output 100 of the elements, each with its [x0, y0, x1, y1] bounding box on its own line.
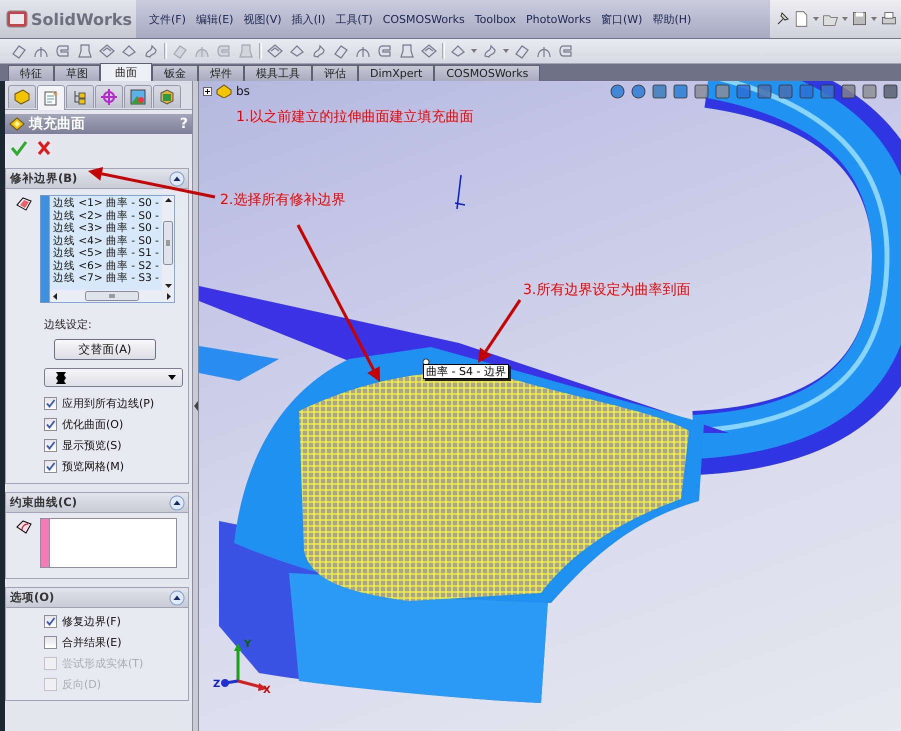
checkbox[interactable]: [44, 439, 57, 452]
pointer-arrow: [478, 299, 522, 363]
scroll-left-icon[interactable]: [53, 292, 57, 300]
command-tab[interactable]: 模具工具: [244, 65, 312, 81]
axis-label: X: [263, 685, 271, 696]
section-title: 选项(O): [10, 590, 54, 605]
section-title: 约束曲线(C): [10, 495, 77, 510]
list-item[interactable]: 边线 <5> 曲率 - S1 -: [53, 247, 162, 260]
new-document-icon[interactable]: [793, 10, 810, 28]
checkbox[interactable]: [44, 615, 57, 628]
checkbox-label: 尝试形成实体(T): [62, 656, 144, 671]
checkbox-label: 反向(D): [62, 677, 102, 692]
annotation-text: 1.以之前建立的拉伸曲面建立填充曲面: [236, 108, 474, 126]
picture-icon: [129, 88, 147, 106]
list-item[interactable]: 边线 <3> 曲率 - S0 -: [53, 222, 162, 234]
menu-item[interactable]: 编辑(E): [190, 12, 238, 26]
menu-item[interactable]: 工具(T): [330, 12, 378, 26]
surface-tool-icon[interactable]: [98, 42, 116, 60]
checkbox[interactable]: [44, 636, 57, 649]
contact-type-icon: [55, 370, 67, 384]
panel-tab[interactable]: [153, 85, 181, 108]
list-item[interactable]: 边线 <4> 曲率 - S0 -: [53, 234, 162, 247]
alternate-face-button[interactable]: 交替面(A): [54, 339, 156, 360]
checkbox[interactable]: [44, 418, 57, 431]
curve-list[interactable]: [49, 518, 177, 568]
annotation-text: 2.选择所有修补边界: [220, 191, 346, 209]
scroll-thumb-icon[interactable]: [85, 291, 139, 301]
scroll-down-icon[interactable]: [164, 284, 172, 288]
edge-list[interactable]: 边线 <1> 曲率 - S0 - 边线 <2> 曲率 - S0 - 边线 <3> 曲率 - S0 - 边线 <4> 曲率 - S0 - 边线 <5> 曲率 - S1 - 边线 <6> 曲率 - S2 - 边线 <7> 曲率 - S3 -: [49, 195, 175, 303]
collapse-arrow-icon[interactable]: [194, 401, 198, 411]
menu-item[interactable]: 视图(V): [238, 12, 287, 26]
save-icon[interactable]: [851, 10, 868, 28]
command-tab[interactable]: COSMOSWorks: [434, 65, 540, 81]
curve-selection-icon: [14, 518, 34, 536]
selection-indicator: [40, 518, 49, 568]
panel-tab[interactable]: [37, 85, 65, 110]
dropdown-caret-icon[interactable]: [471, 49, 477, 53]
checkbox-label: 修复边界(F): [62, 614, 121, 629]
cancel-x-icon[interactable]: [37, 140, 51, 156]
menu-item[interactable]: PhotoWorks: [521, 12, 596, 26]
dropdown-caret-icon[interactable]: [842, 17, 848, 21]
command-tab[interactable]: 曲面: [100, 63, 152, 81]
axis-label: Z: [213, 679, 220, 690]
menu-item[interactable]: 文件(F): [144, 12, 191, 26]
checkbox-label: 预览网格(M): [62, 459, 124, 474]
app-logo: SolidWorks: [31, 10, 132, 28]
panel-title: 填充曲面: [29, 115, 85, 133]
list-item[interactable]: 边线 <2> 曲率 - S0 -: [53, 210, 162, 222]
scroll-thumb-icon[interactable]: [163, 221, 173, 265]
surface-feature-icon: [9, 117, 25, 131]
menu-item[interactable]: Toolbox: [470, 12, 522, 26]
menu-item[interactable]: COSMOSWorks: [378, 12, 470, 26]
surface-tool-icon[interactable]: [420, 42, 438, 60]
command-tab[interactable]: 钣金: [152, 65, 198, 81]
checkbox[interactable]: [44, 460, 57, 473]
panel-tab[interactable]: [95, 85, 123, 108]
panel-tab[interactable]: [8, 85, 36, 108]
collapse-chevron-icon[interactable]: [169, 170, 185, 186]
dropdown-caret-icon[interactable]: [813, 17, 819, 21]
edge-settings-label: 边线设定:: [43, 317, 93, 333]
clipboard-icon: [42, 89, 60, 107]
ok-check-icon[interactable]: [11, 140, 27, 156]
logo-icon: [6, 10, 28, 28]
surface-tool-icon[interactable]: [76, 42, 94, 60]
command-tab[interactable]: 焊件: [198, 65, 244, 81]
section-title: 修补边界(B): [10, 171, 78, 186]
edge-tooltip: 曲率 - S4 - 边界: [423, 364, 509, 379]
part-icon: [13, 88, 31, 106]
checkbox-label: 显示预览(S): [62, 438, 122, 453]
tree-item[interactable]: bs: [236, 84, 250, 98]
dropdown-caret-icon[interactable]: [871, 17, 877, 21]
collapse-chevron-icon[interactable]: [169, 590, 185, 606]
checkbox[interactable]: [44, 397, 57, 410]
command-tab[interactable]: 草图: [54, 65, 100, 81]
menu-item[interactable]: 帮助(H): [647, 12, 696, 26]
vertical-scrollbar[interactable]: [162, 196, 174, 290]
edge-selection-icon: [14, 195, 34, 213]
panel-tab[interactable]: [66, 85, 94, 108]
command-tab[interactable]: 评估: [312, 65, 358, 81]
collapse-chevron-icon[interactable]: [169, 494, 185, 510]
menu-item[interactable]: 窗口(W): [596, 12, 648, 26]
checkbox-label: 合并结果(E): [62, 635, 122, 650]
axis-label: Y: [244, 639, 252, 650]
panel-tab[interactable]: [124, 85, 152, 108]
dropdown-caret-icon[interactable]: [503, 49, 509, 53]
surface-tool-icon[interactable]: [398, 42, 416, 60]
dropdown-caret-icon: [168, 375, 176, 380]
list-item[interactable]: 边线 <6> 曲率 - S2 -: [53, 260, 162, 272]
horizontal-scrollbar[interactable]: [50, 290, 174, 302]
menu-item[interactable]: 插入(I): [286, 12, 330, 26]
checkbox-label: 优化曲面(O): [62, 417, 124, 432]
scroll-right-icon[interactable]: [167, 292, 171, 300]
list-item[interactable]: 边线 <1> 曲率 - S0 -: [53, 197, 162, 210]
scroll-up-icon[interactable]: [164, 198, 172, 202]
edge-condition-dropdown[interactable]: [44, 368, 183, 387]
command-tab[interactable]: 特征: [8, 65, 54, 81]
surface-tool-icon[interactable]: [266, 42, 284, 60]
expand-plus-icon[interactable]: [203, 86, 212, 96]
command-tab[interactable]: DimXpert: [358, 65, 434, 81]
list-item[interactable]: 边线 <7> 曲率 - S3 -: [53, 272, 162, 284]
